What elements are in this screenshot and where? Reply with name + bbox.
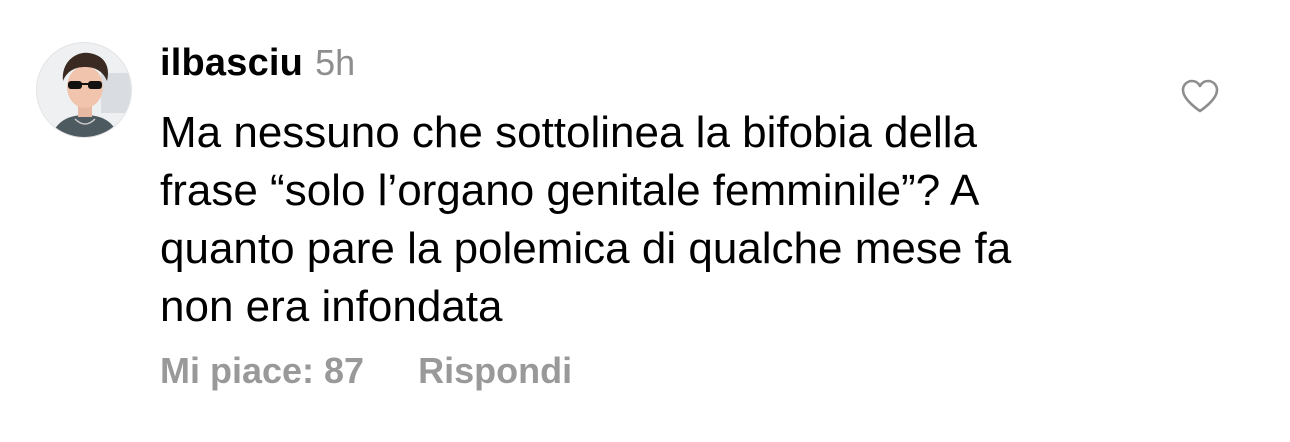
username[interactable]: ilbasciu <box>160 42 303 85</box>
comment-actions: Mi piace: 87 Rispondi <box>160 350 572 392</box>
heart-outline-icon[interactable] <box>1180 78 1220 114</box>
timestamp: 5h <box>315 42 356 83</box>
likes-count[interactable]: Mi piace: 87 <box>160 350 364 392</box>
comment: ilbasciu 5h Ma nessuno che sottolinea la… <box>0 0 1290 442</box>
comment-header: ilbasciu 5h <box>160 42 355 92</box>
comment-text: Ma nessuno che sottolinea la bifobia del… <box>160 108 1012 331</box>
reply-button[interactable]: Rispondi <box>418 350 572 392</box>
avatar[interactable] <box>36 42 132 138</box>
avatar-photo-icon <box>37 43 131 137</box>
